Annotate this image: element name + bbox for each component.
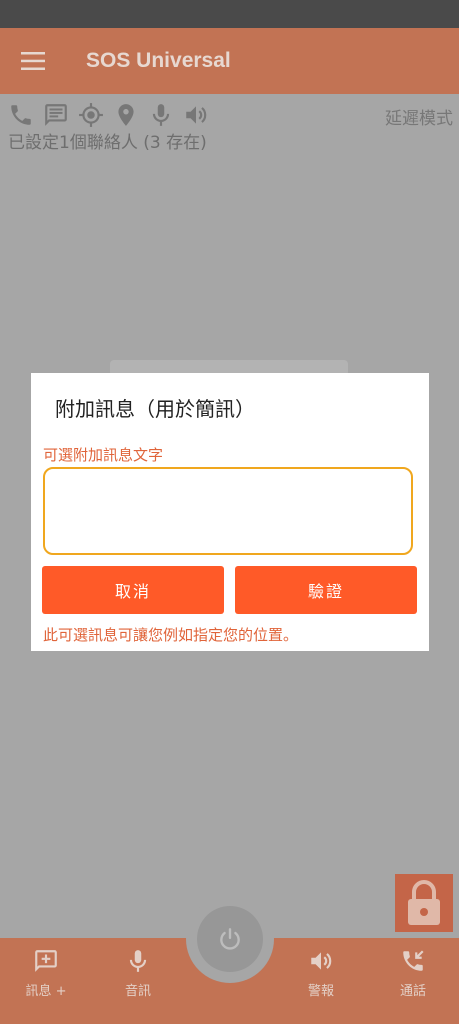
verify-button[interactable]: 驗證: [235, 566, 417, 614]
nav-audio-label: 音訊: [124, 984, 151, 999]
incoming-call-icon: [403, 950, 424, 971]
phone-icon: [8, 102, 34, 128]
lock-button[interactable]: [395, 874, 453, 932]
message-input[interactable]: [43, 467, 413, 555]
speaker-icon: [311, 952, 332, 970]
speaker-icon: [183, 102, 209, 128]
message-field-hint: 可選附加訊息文字: [43, 446, 164, 464]
nav-alarm-label: 警報: [307, 984, 334, 999]
delay-mode-label[interactable]: 延遲模式: [385, 104, 453, 129]
power-icon: [220, 928, 240, 950]
nav-alarm[interactable]: 警報: [286, 948, 356, 999]
dialog-title: 附加訊息（用於簡訊）: [55, 397, 255, 421]
system-status-bar: [0, 0, 459, 28]
cancel-button[interactable]: 取消: [42, 566, 224, 614]
nav-message-label: 訊息 +: [25, 984, 67, 999]
dialog-note: 此可選訊息可讓您例如指定您的位置。: [43, 626, 299, 644]
nav-call-label: 通話: [399, 984, 426, 999]
location-pin-icon: [113, 102, 139, 128]
message-icon: [43, 102, 69, 128]
nav-call[interactable]: 通話: [378, 948, 448, 999]
lock-icon: [408, 880, 440, 925]
app-title: SOS Universal: [86, 49, 231, 72]
menu-button[interactable]: [0, 28, 66, 94]
microphone-icon: [148, 102, 174, 128]
gps-icon: [78, 102, 104, 128]
contacts-status: 已設定1個聯絡人 (3 存在): [8, 133, 207, 153]
microphone-icon: [129, 950, 147, 972]
additional-message-dialog: 附加訊息（用於簡訊） 可選附加訊息文字 取消 驗證 此可選訊息可讓您例如指定您的…: [31, 373, 429, 651]
nav-message[interactable]: 訊息 +: [11, 948, 81, 999]
hamburger-menu-icon: [21, 52, 45, 70]
status-icon-row: [8, 102, 209, 128]
power-button[interactable]: [197, 906, 263, 972]
add-message-icon: [35, 950, 57, 972]
app-bar: SOS Universal: [0, 28, 459, 94]
nav-audio[interactable]: 音訊: [103, 948, 173, 999]
